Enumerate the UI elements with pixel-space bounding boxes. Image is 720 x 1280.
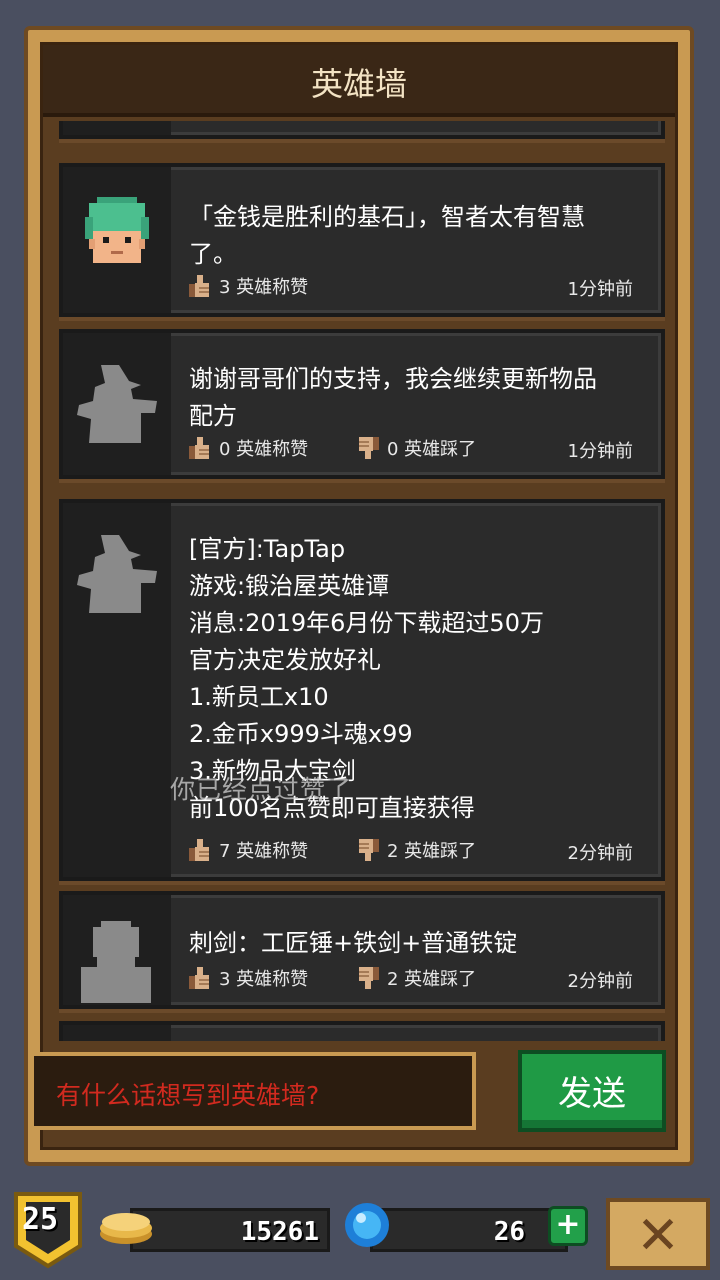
avatar-column <box>63 895 171 1005</box>
gold-display: 15261 <box>130 1208 330 1252</box>
title-bar: 英雄墙 <box>43 45 675 117</box>
dislike-button[interactable]: 2 英雄踩了 <box>355 837 476 863</box>
thumbs-down-icon <box>359 839 379 861</box>
message-meta: 3 英雄称赞 1分钟前 <box>187 273 633 300</box>
post-time: 1分钟前 <box>567 279 633 300</box>
avatar-column <box>63 503 171 877</box>
message-card: 「金钱是胜利的基石」，智者太有智慧 了。 3 英雄称赞 1分钟前 <box>59 163 665 317</box>
message-text: 「金钱是胜利的基石」，智者太有智慧 了。 <box>189 199 641 273</box>
message-text: 刺剑：工匠锤+铁剑+普通铁锭 <box>189 925 641 962</box>
avatar-column <box>63 121 171 135</box>
like-count: 3 英雄称赞 <box>219 969 309 990</box>
dislike-button[interactable]: 0 英雄踩了 <box>355 435 476 461</box>
thumbs-up-icon <box>189 839 209 861</box>
message-meta: 7 英雄称赞 2 英雄踩了 2分钟前 <box>187 837 633 864</box>
like-count: 3 英雄称赞 <box>219 277 309 298</box>
message-line: 官方决定发放好礼 <box>189 646 381 674</box>
panel-title: 英雄墙 <box>310 65 407 103</box>
post-time: 2分钟前 <box>567 843 633 864</box>
send-button[interactable]: 发送 <box>518 1050 666 1132</box>
message-card: [官方]:TapTap 游戏:锻治屋英雄谭 消息:2019年6月份下载超过50万… <box>59 499 665 881</box>
close-button[interactable]: ✕ <box>606 1198 710 1270</box>
thumbs-up-icon <box>189 275 209 297</box>
add-gems-button[interactable]: + <box>548 1206 588 1246</box>
message-meta: 0 英雄称赞 0 英雄踩了 1分钟前 <box>187 435 633 462</box>
message-line: 了。 <box>189 240 237 268</box>
send-label: 发送 <box>558 1074 626 1114</box>
message-line: [官方]:TapTap <box>189 535 346 563</box>
message-line: 游戏:锻治屋英雄谭 <box>189 572 390 600</box>
close-icon: ✕ <box>636 1206 680 1266</box>
thumbs-down-icon <box>359 967 379 989</box>
status-bar: 25 15261 26 + ✕ <box>0 1182 720 1280</box>
message-text: 谢谢哥哥们的支持，我会继续更新物品 配方 <box>189 361 641 435</box>
message-card: 刺剑：工匠锤+铁剑+普通铁锭 3 英雄称赞 2 英雄踩了 2分钟前 <box>59 891 665 1009</box>
hero-wall-panel: 英雄墙 「金钱是胜利的基石」，智者太有智慧 了。 3 英雄称赞 1分钟前 谢谢哥… <box>24 26 694 1166</box>
thumbs-up-icon <box>189 967 209 989</box>
avatar-column <box>63 333 171 475</box>
gold-amount: 15261 <box>240 1217 319 1247</box>
blue-gem-icon <box>345 1203 389 1247</box>
message-meta: 3 英雄称赞 2 英雄踩了 2分钟前 <box>187 965 633 992</box>
gem-amount: 26 <box>493 1217 525 1247</box>
dislike-count: 2 英雄踩了 <box>387 969 477 990</box>
avatar-column <box>63 167 171 313</box>
message-line: 刺剑：工匠锤+铁剑+普通铁锭 <box>189 929 518 957</box>
gem-display: 26 <box>370 1208 568 1252</box>
like-count: 7 英雄称赞 <box>219 841 309 862</box>
message-input[interactable]: 有什么话想写到英雄墙? <box>30 1052 476 1130</box>
message-line: 「金钱是胜利的基石」，智者太有智慧 <box>189 203 585 231</box>
avatar-column <box>63 1025 171 1041</box>
dislike-button[interactable]: 2 英雄踩了 <box>355 965 476 991</box>
like-button[interactable]: 7 英雄称赞 <box>187 837 308 863</box>
message-card: 谢谢哥哥们的支持，我会继续更新物品 配方 0 英雄称赞 0 英雄踩了 1分钟前 <box>59 329 665 479</box>
thumbs-up-icon <box>189 437 209 459</box>
panel-inner: 英雄墙 「金钱是胜利的基石」，智者太有智慧 了。 3 英雄称赞 1分钟前 谢谢哥… <box>40 42 678 1150</box>
input-placeholder: 有什么话想写到英雄墙? <box>56 1081 320 1110</box>
dislike-count: 2 英雄踩了 <box>387 841 477 862</box>
person-silhouette-icon <box>81 921 151 1003</box>
like-button[interactable]: 0 英雄称赞 <box>187 435 308 461</box>
message-line: 1.新员工x10 <box>189 683 329 711</box>
green-hair-hero-icon <box>85 197 149 263</box>
message-line: 2.金币x999斗魂x99 <box>189 720 413 748</box>
message-line: 谢谢哥哥们的支持，我会继续更新物品 <box>189 365 597 393</box>
post-time: 2分钟前 <box>567 971 633 992</box>
message-list[interactable]: 「金钱是胜利的基石」，智者太有智慧 了。 3 英雄称赞 1分钟前 谢谢哥哥们的支… <box>49 121 669 1041</box>
like-count: 0 英雄称赞 <box>219 439 309 460</box>
like-button[interactable]: 3 英雄称赞 <box>187 965 308 991</box>
message-card-partial <box>59 121 665 139</box>
like-button[interactable]: 3 英雄称赞 <box>187 273 308 299</box>
message-card-partial <box>59 1021 665 1041</box>
player-level: 25 <box>22 1202 59 1237</box>
message-line: 配方 <box>189 402 237 430</box>
toast-message: 你已经点过赞了 <box>170 775 353 804</box>
wizard-silhouette-icon <box>77 535 157 613</box>
message-line: 消息:2019年6月份下载超过50万 <box>189 609 544 637</box>
wizard-silhouette-icon <box>77 365 157 443</box>
post-time: 1分钟前 <box>567 441 633 462</box>
gold-coins-icon <box>100 1213 152 1244</box>
thumbs-down-icon <box>359 437 379 459</box>
dislike-count: 0 英雄踩了 <box>387 439 477 460</box>
